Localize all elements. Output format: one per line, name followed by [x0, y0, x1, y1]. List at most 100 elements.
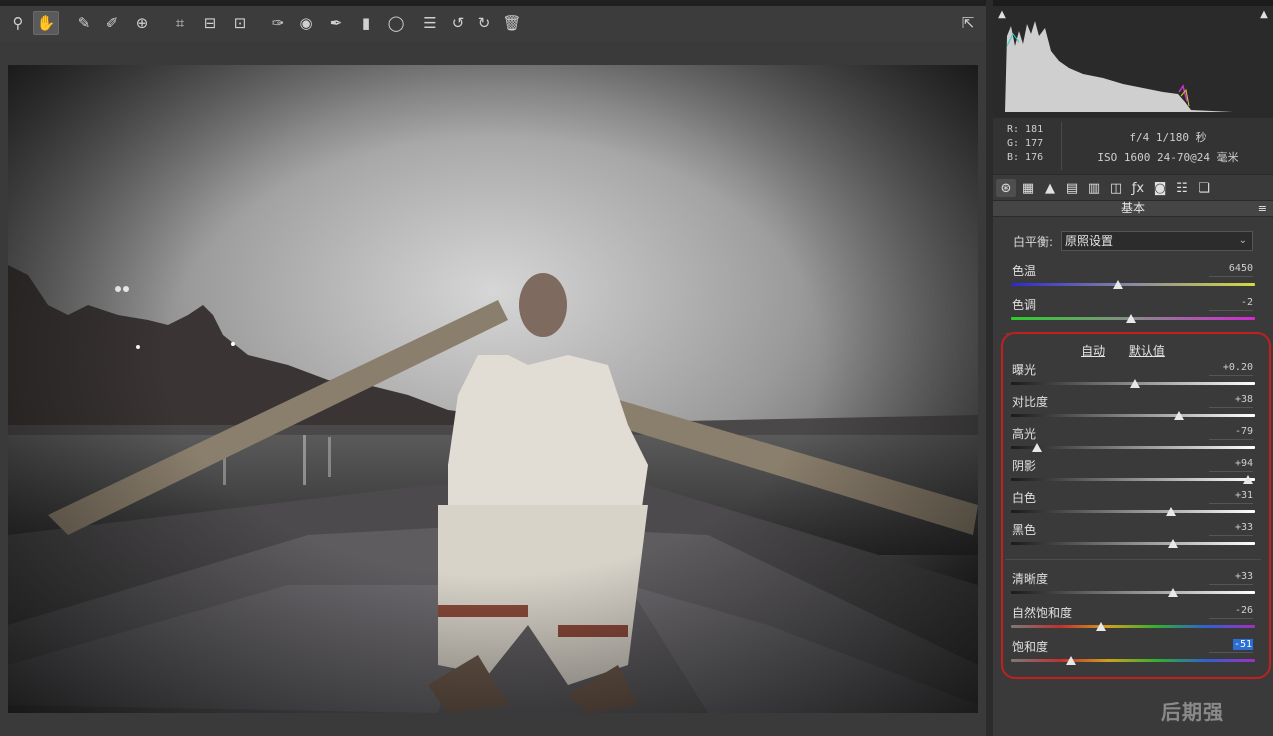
trash-tool[interactable]: 🗑: [499, 11, 525, 35]
exposure-value: +0.20: [1222, 362, 1253, 373]
straighten-tool[interactable]: ⊟: [197, 11, 223, 35]
temp-thumb[interactable]: [1113, 280, 1124, 289]
aperture-icon[interactable]: ⊛: [996, 179, 1016, 197]
clarity-thumb[interactable]: [1168, 588, 1179, 597]
hand-tool[interactable]: ✋: [33, 11, 59, 35]
saturation-value-field[interactable]: -51: [1209, 638, 1253, 653]
rotate-left-tool[interactable]: ↺: [445, 11, 471, 35]
white-balance-tool[interactable]: ✎: [71, 11, 97, 35]
saturation-thumb[interactable]: [1065, 656, 1076, 665]
panel-tabs: ⊛ ▦ ▲ ▤ ▥ ◫ ƒx ◙ ☷ ❏: [993, 174, 1273, 200]
rotate-right-tool[interactable]: ↻: [471, 11, 497, 35]
contrast-value: +38: [1234, 394, 1253, 405]
radial-filter-tool[interactable]: ◯: [383, 11, 409, 35]
split-icon[interactable]: ▤: [1062, 179, 1082, 197]
default-link[interactable]: 默认值: [1129, 344, 1165, 358]
vibrance-value: -26: [1234, 605, 1253, 616]
shadows-track[interactable]: [1011, 478, 1255, 481]
tint-thumb[interactable]: [1125, 314, 1136, 323]
spot-removal-tool[interactable]: ✑: [265, 11, 291, 35]
photo-image: [8, 65, 978, 713]
blacks-thumb[interactable]: [1168, 539, 1179, 548]
divider: [1005, 333, 1261, 334]
clarity-value-field[interactable]: +33: [1209, 570, 1253, 585]
whites-slider[interactable]: 白色 +31: [1011, 489, 1255, 519]
graduated-filter-tool[interactable]: ▮: [353, 11, 379, 35]
shadows-slider[interactable]: 阴影 +94: [1011, 457, 1255, 487]
camera-icon[interactable]: ◙: [1150, 179, 1170, 197]
lens-icon[interactable]: ◫: [1106, 179, 1126, 197]
histogram: ▲ ▲: [993, 0, 1273, 118]
chevron-down-icon: ⌄: [1238, 235, 1247, 246]
eyedropper-plus-icon: ✐: [105, 14, 119, 32]
zoom-tool[interactable]: ⚲: [5, 11, 31, 35]
white-balance-value: 原照设置: [1065, 234, 1114, 248]
fx-icon[interactable]: ƒx: [1128, 179, 1148, 197]
auto-default-links: 自动 默认值: [993, 342, 1253, 359]
info-divider: [1061, 122, 1062, 170]
photo-preview[interactable]: [8, 65, 978, 713]
section-header: 基本 ≡: [993, 200, 1273, 217]
histogram-graph: [1005, 21, 1233, 112]
contrast-thumb[interactable]: [1174, 411, 1185, 420]
rotate-cw-icon: ↻: [477, 14, 491, 32]
exposure-thumb[interactable]: [1130, 379, 1141, 388]
transform-tool[interactable]: ⊡: [227, 11, 253, 35]
ellipse-icon: ◯: [387, 14, 405, 32]
temp-track[interactable]: [1011, 283, 1255, 286]
saturation-track[interactable]: [1011, 659, 1255, 662]
white-balance-select[interactable]: 原照设置 ⌄: [1061, 231, 1253, 251]
whites-track[interactable]: [1011, 510, 1255, 513]
shadows-value-field[interactable]: +94: [1209, 457, 1253, 472]
presets-icon[interactable]: ❏: [1194, 179, 1214, 197]
list-icon: ☰: [423, 14, 437, 32]
panel-splitter[interactable]: [986, 0, 993, 736]
targeted-adjustment-tool[interactable]: ⊕: [129, 11, 155, 35]
blacks-value-field[interactable]: +33: [1209, 521, 1253, 536]
clarity-track[interactable]: [1011, 591, 1255, 594]
whites-thumb[interactable]: [1165, 507, 1176, 516]
mountain-icon[interactable]: ▲: [1040, 179, 1060, 197]
vibrance-track[interactable]: [1011, 625, 1255, 628]
highlights-slider[interactable]: 高光 -79: [1011, 425, 1255, 455]
preferences-tool[interactable]: ☰: [417, 11, 443, 35]
whites-value-field[interactable]: +31: [1209, 489, 1253, 504]
crop-tool[interactable]: ⌗: [167, 11, 193, 35]
blacks-slider[interactable]: 黑色 +33: [1011, 521, 1255, 551]
shadows-thumb[interactable]: [1242, 475, 1253, 484]
highlights-value-field[interactable]: -79: [1209, 425, 1253, 440]
contrast-track[interactable]: [1011, 414, 1255, 417]
temp-slider[interactable]: 色温 6450: [1011, 262, 1255, 292]
blacks-label: 黑色: [1012, 523, 1037, 537]
saturation-slider[interactable]: 饱和度 -51: [1011, 638, 1255, 668]
shadows-value: +94: [1234, 458, 1253, 469]
tint-slider[interactable]: 色调 -2: [1011, 296, 1255, 326]
tint-value-field[interactable]: -2: [1209, 296, 1253, 311]
highlights-thumb[interactable]: [1031, 443, 1042, 452]
vibrance-slider[interactable]: 自然饱和度 -26: [1011, 604, 1255, 634]
highlights-value: -79: [1234, 426, 1253, 437]
clarity-slider[interactable]: 清晰度 +33: [1011, 570, 1255, 600]
auto-link[interactable]: 自动: [1081, 344, 1105, 358]
red-eye-tool[interactable]: ◉: [293, 11, 319, 35]
exposure-value-field[interactable]: +0.20: [1209, 361, 1253, 376]
right-panel: ▲ ▲ R: 181 G: 177 B: 176 f/4 1/180 秒 ISO…: [993, 0, 1273, 736]
adjustment-brush-tool[interactable]: ✒: [323, 11, 349, 35]
rotate-ccw-icon: ↺: [451, 14, 465, 32]
temp-value-field[interactable]: 6450: [1209, 262, 1253, 277]
contrast-value-field[interactable]: +38: [1209, 393, 1253, 408]
vibrance-value-field[interactable]: -26: [1209, 604, 1253, 619]
grid-icon[interactable]: ▦: [1018, 179, 1038, 197]
highlights-track[interactable]: [1011, 446, 1255, 449]
open-in-photoshop-button[interactable]: ⇱: [955, 11, 981, 35]
panel-menu-icon[interactable]: ≡: [1258, 201, 1267, 216]
readout-b: B: 176: [1007, 152, 1044, 163]
vibrance-thumb[interactable]: [1096, 622, 1107, 631]
watermark-logo: 后期强: [1161, 700, 1224, 724]
contrast-slider[interactable]: 对比度 +38: [1011, 393, 1255, 423]
color-sampler-tool[interactable]: ✐: [99, 11, 125, 35]
blacks-track[interactable]: [1011, 542, 1255, 545]
hsl-icon[interactable]: ▥: [1084, 179, 1104, 197]
sliders-icon[interactable]: ☷: [1172, 179, 1192, 197]
exposure-slider[interactable]: 曝光 +0.20: [1011, 361, 1255, 391]
